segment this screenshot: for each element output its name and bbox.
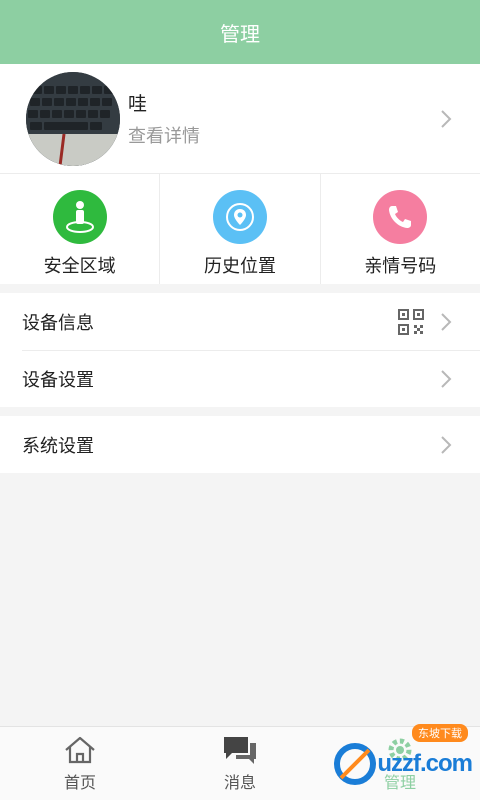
family-numbers-button[interactable]: 亲情号码 xyxy=(321,174,480,284)
device-settings-label: 设备设置 xyxy=(22,369,94,391)
device-info-row[interactable]: 设备信息 xyxy=(0,293,480,350)
phone-icon xyxy=(373,190,428,244)
watermark: uzzf.com 东坡下载 xyxy=(333,724,473,786)
chevron-right-icon xyxy=(441,109,452,128)
history-location-label: 历史位置 xyxy=(203,256,276,277)
view-details-link[interactable]: 查看详情 xyxy=(128,122,200,148)
tab-messages-label: 消息 xyxy=(223,772,256,792)
chevron-right-icon xyxy=(441,435,452,454)
chevron-right-icon xyxy=(441,312,452,331)
home-icon xyxy=(65,736,95,763)
history-location-button[interactable]: 历史位置 xyxy=(160,174,321,284)
page-title: 管理 xyxy=(220,21,260,46)
avatar xyxy=(26,71,120,166)
location-pin-icon xyxy=(212,190,267,244)
profile-card[interactable]: 哇 查看详情 xyxy=(0,64,480,174)
tab-home[interactable]: 首页 xyxy=(0,727,160,800)
qr-code-icon[interactable] xyxy=(398,308,424,335)
system-settings-row[interactable]: 系统设置 xyxy=(0,416,480,473)
watermark-text: uzzf.com xyxy=(377,750,473,777)
chevron-right-icon xyxy=(441,369,452,388)
tab-messages[interactable]: 消息 xyxy=(160,727,320,800)
system-group: 系统设置 xyxy=(0,416,480,473)
watermark-logo-icon xyxy=(334,743,377,785)
page-header: 管理 xyxy=(0,0,480,64)
watermark-badge: 东坡下载 xyxy=(412,724,468,742)
safe-zone-label: 安全区域 xyxy=(43,256,116,277)
device-group: 设备信息 设备设置 xyxy=(0,293,480,407)
chat-icon xyxy=(224,736,256,764)
family-numbers-label: 亲情号码 xyxy=(364,256,437,277)
safe-zone-button[interactable]: 安全区域 xyxy=(0,174,161,284)
device-info-label: 设备信息 xyxy=(22,312,94,334)
quick-actions: 安全区域 历史位置 亲情号码 xyxy=(0,174,480,284)
system-settings-label: 系统设置 xyxy=(22,435,94,457)
profile-name: 哇 xyxy=(128,93,148,115)
device-settings-row[interactable]: 设备设置 xyxy=(0,350,480,407)
person-pin-icon xyxy=(52,190,107,244)
tab-home-label: 首页 xyxy=(63,772,96,792)
